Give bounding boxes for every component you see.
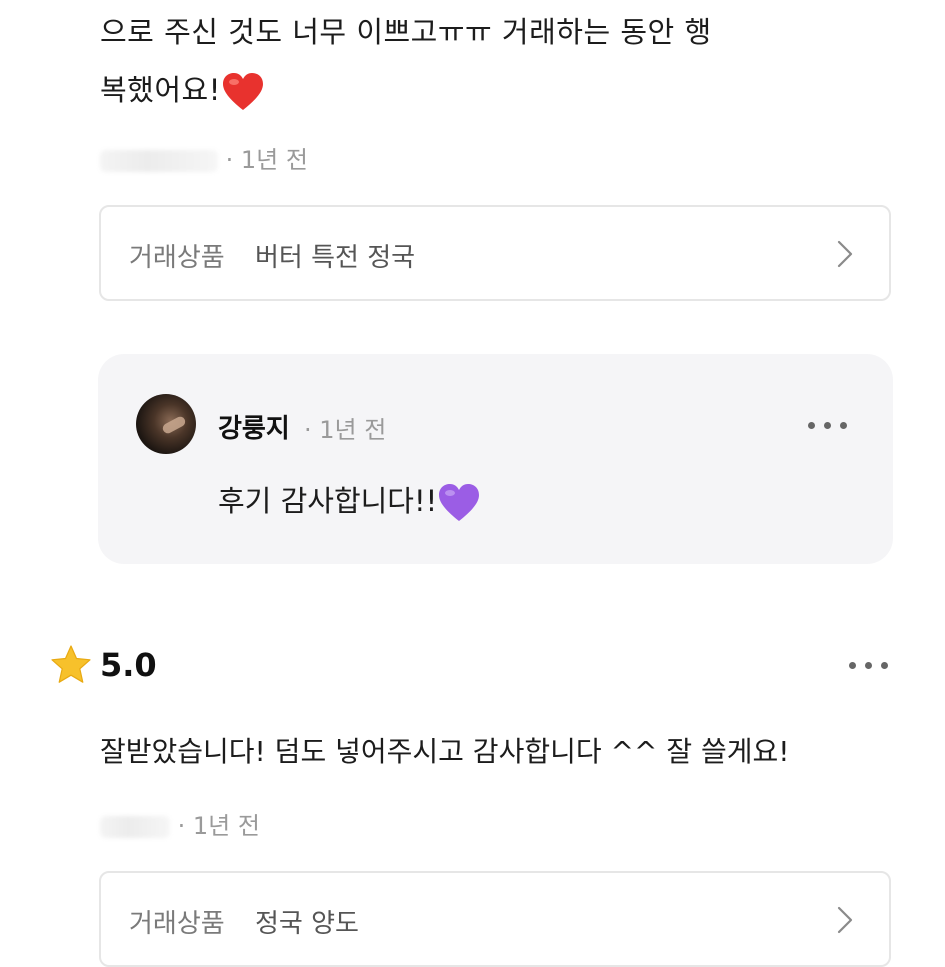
red-heart-icon [222,73,263,110]
reviewer-name-blurred [100,150,218,172]
trade-item-label: 거래상품 [129,909,225,939]
trade-item-card[interactable]: 거래상품 정국 양도 [99,871,891,967]
review-time: · 1년 전 [177,812,260,840]
more-options-button[interactable] [845,654,895,678]
reply-time: · 1년 전 [304,416,387,444]
review-meta: · 1년 전 [100,140,308,175]
dot-icon [840,422,847,429]
rating-value: 5.0 [100,646,157,684]
trade-item-name: 버터 특전 정국 [255,243,416,273]
trade-item-label: 거래상품 [129,243,225,273]
reviewer-name-blurred [100,816,170,838]
dot-icon [865,662,872,669]
reply-text-content: 후기 감사합니다!! [218,484,438,518]
review-text-line-2-content: 복했어요! [100,73,221,107]
review-time: · 1년 전 [225,146,308,174]
trade-item-card[interactable]: 거래상품 버터 특전 정국 [99,205,891,301]
review-text-line-1: 으로 주신 것도 너무 이쁘고ㅠㅠ 거래하는 동안 행 [100,15,712,49]
review-meta: · 1년 전 [100,806,260,841]
dot-icon [881,662,888,669]
trade-item-name: 정국 양도 [255,909,359,939]
reply-text: 후기 감사합니다!! [218,478,481,523]
dot-icon [824,422,831,429]
reply-author-name[interactable]: 강룽지 [218,408,290,445]
chevron-right-icon [837,240,853,268]
more-options-button[interactable] [804,414,854,438]
review-text: 잘받았습니다! 덤도 넣어주시고 감사합니다 ^^ 잘 쓸게요! [100,735,790,768]
dot-icon [849,662,856,669]
star-icon [51,645,91,683]
dot-icon [808,422,815,429]
avatar[interactable] [136,394,196,454]
purple-heart-icon [439,484,480,521]
review-text-line-2: 복했어요! [100,66,265,114]
seller-reply: 강룽지 · 1년 전 후기 감사합니다!! [98,354,893,564]
chevron-right-icon [837,906,853,934]
